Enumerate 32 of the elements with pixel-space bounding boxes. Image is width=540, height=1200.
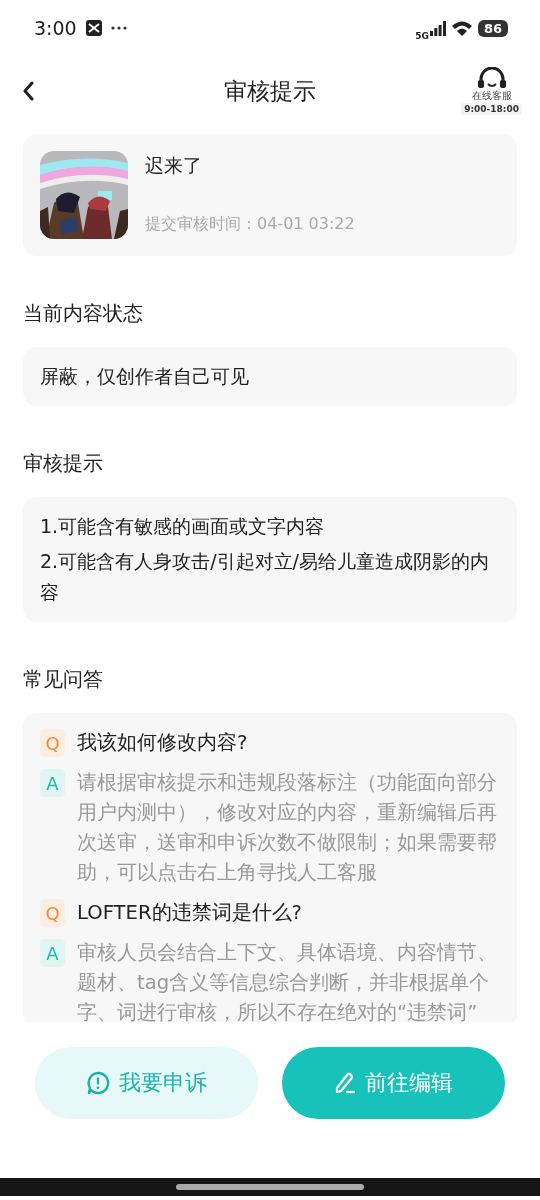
- notice-text: 1.可能含有敏感的画面或文字内容: [40, 514, 326, 539]
- page-title: 审核提示: [224, 77, 316, 104]
- post-title: 迟来了: [145, 153, 203, 178]
- service-label[interactable]: 在线客服: [471, 89, 512, 103]
- status-text: 屏蔽，仅创作者自己可见: [40, 364, 250, 389]
- headset-icon[interactable]: [476, 67, 507, 89]
- answer-text: 审核人员会结合上下文、具体语境、内容情节、题材、tag含义等信息综合判断，并非根据单个字、词进行审核，所以不存在绝对的“违禁词”: [77, 940, 498, 1026]
- battery-level: 86: [477, 19, 508, 37]
- answer-badge: A: [40, 939, 65, 967]
- service-hours: 9:00-18:00: [461, 103, 522, 115]
- question-text: 我该如何修改内容?: [77, 730, 248, 756]
- question-badge: Q: [40, 899, 65, 927]
- signal-icon: [429, 20, 446, 36]
- section-title: 审核提示: [23, 450, 104, 477]
- more-icon: [110, 26, 127, 30]
- question-badge: Q: [40, 729, 65, 757]
- app-icon: [85, 20, 102, 36]
- notice-text: 2.可能含有人身攻击/引起对立/易给儿童造成阴影的内容: [40, 549, 490, 605]
- section-title: 常见问答: [23, 666, 104, 693]
- edit-button[interactable]: 前往编辑: [282, 1047, 505, 1119]
- wifi-icon: [450, 20, 473, 36]
- status-time: 3:00: [34, 17, 77, 39]
- answer-text: 请根据审核提示和违规段落标注（功能面向部分用户内测中），修改对应的内容，重新编辑后再次送审，送审和申诉次数不做限制；如果需要帮助，可以点击右上角寻找人工客服: [77, 770, 498, 886]
- question-text: LOFTER的违禁词是什么?: [77, 900, 302, 926]
- back-icon: [22, 81, 34, 101]
- submit-time: 提交审核时间：04-01 03:22: [145, 214, 355, 235]
- section-title: 当前内容状态: [23, 300, 144, 327]
- alert-icon: [86, 1071, 110, 1095]
- pencil-icon: [334, 1072, 356, 1094]
- network-label: 5G: [415, 30, 429, 41]
- answer-badge: A: [40, 769, 65, 797]
- appeal-button[interactable]: 我要申诉: [35, 1047, 258, 1119]
